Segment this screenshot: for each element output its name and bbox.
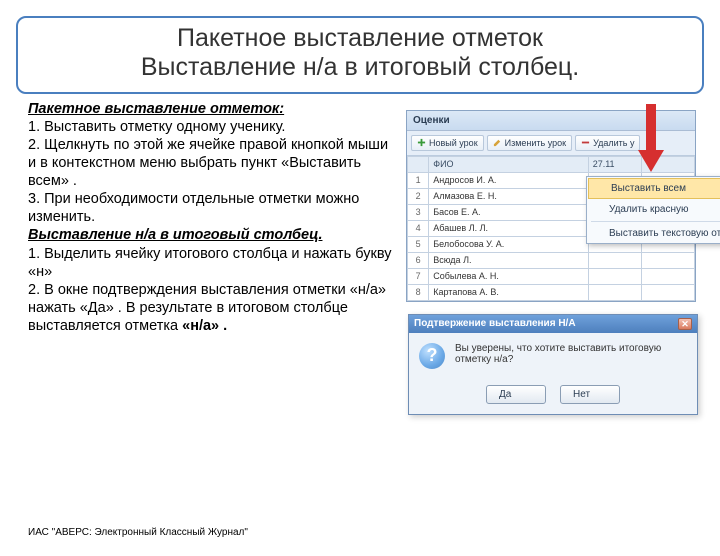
row-number: 6 bbox=[408, 252, 429, 268]
row-number: 1 bbox=[408, 172, 429, 188]
title-line-1: Пакетное выставление отметок bbox=[177, 24, 543, 52]
menu-set-all[interactable]: Выставить всем bbox=[588, 178, 720, 199]
menu-delete-red[interactable]: Удалить красную bbox=[587, 200, 720, 219]
pencil-icon bbox=[493, 138, 502, 147]
row-number: 4 bbox=[408, 220, 429, 236]
menu-set-text-grade[interactable]: Выставить текстовую отметку bbox=[587, 224, 720, 243]
instructions-text: Пакетное выставление отметок: 1. Выстави… bbox=[28, 100, 398, 430]
instr-heading-1: Пакетное выставление отметок: bbox=[28, 101, 284, 117]
slide-title: Пакетное выставление отметок Выставление… bbox=[16, 16, 704, 94]
row-fio: Андросов И. А. bbox=[429, 172, 588, 188]
minus-icon bbox=[581, 138, 590, 147]
new-lesson-label: Новый урок bbox=[429, 138, 478, 148]
row-fio: Собылева А. Н. bbox=[429, 268, 588, 284]
row-number: 2 bbox=[408, 188, 429, 204]
instr-heading-2: Выставление н/а в итоговый столбец. bbox=[28, 227, 322, 243]
menu-separator bbox=[591, 221, 720, 222]
row-number: 7 bbox=[408, 268, 429, 284]
instr-p3: 3. При необходимости отдельные отметки м… bbox=[28, 191, 359, 225]
row-cell-2[interactable] bbox=[641, 252, 694, 268]
instr-p4: 1. Выделить ячейку итогового столбца и н… bbox=[28, 246, 391, 280]
delete-lesson-label: Удалить у bbox=[593, 138, 634, 148]
confirm-dialog: Подтвержение выставления Н/А ✕ ? Вы увер… bbox=[408, 314, 698, 415]
row-fio: Белобосова У. А. bbox=[429, 236, 588, 252]
col-fio: ФИО bbox=[429, 156, 588, 172]
row-cell-1[interactable] bbox=[588, 284, 641, 300]
close-icon[interactable]: ✕ bbox=[678, 318, 692, 330]
row-fio: Абашев Л. Л. bbox=[429, 220, 588, 236]
table-row[interactable]: 6Всюда Л. bbox=[408, 252, 695, 268]
title-line-2: Выставление н/а в итоговый столбец. bbox=[141, 53, 579, 81]
delete-lesson-button[interactable]: Удалить у bbox=[575, 135, 640, 151]
row-cell-1[interactable] bbox=[588, 252, 641, 268]
question-icon: ? bbox=[419, 343, 445, 369]
edit-lesson-label: Изменить урок bbox=[505, 138, 566, 148]
no-button[interactable]: Нет bbox=[560, 385, 620, 404]
dialog-titlebar: Подтвержение выставления Н/А ✕ bbox=[409, 315, 697, 333]
dialog-title-text: Подтвержение выставления Н/А bbox=[414, 318, 576, 329]
new-lesson-button[interactable]: Новый урок bbox=[411, 135, 484, 151]
row-fio: Басов Е. А. bbox=[429, 204, 588, 220]
row-cell-2[interactable] bbox=[641, 284, 694, 300]
table-row[interactable]: 8Картапова А. В. bbox=[408, 284, 695, 300]
footer-text: ИАС "АВЕРС: Электронный Классный Журнал" bbox=[28, 527, 248, 538]
row-fio: Картапова А. В. bbox=[429, 284, 588, 300]
row-cell-2[interactable] bbox=[641, 268, 694, 284]
row-number: 5 bbox=[408, 236, 429, 252]
row-number: 8 bbox=[408, 284, 429, 300]
row-number: 3 bbox=[408, 204, 429, 220]
red-arrow-icon bbox=[636, 104, 666, 174]
row-fio: Всюда Л. bbox=[429, 252, 588, 268]
plus-icon bbox=[417, 138, 426, 147]
row-cell-1[interactable] bbox=[588, 268, 641, 284]
edit-lesson-button[interactable]: Изменить урок bbox=[487, 135, 572, 151]
instr-p5b: «н/а» . bbox=[182, 318, 227, 334]
screenshots-area: Оценки Новый урок Изменить урок Удалить … bbox=[406, 100, 706, 430]
table-row[interactable]: 7Собылева А. Н. bbox=[408, 268, 695, 284]
instr-p2: 2. Щелкнуть по этой же ячейке правой кно… bbox=[28, 137, 388, 189]
context-menu: Выставить всем Удалить красную Выставить… bbox=[586, 176, 720, 244]
yes-button[interactable]: Да bbox=[486, 385, 546, 404]
instr-p1: 1. Выставить отметку одному ученику. bbox=[28, 119, 285, 135]
row-fio: Алмазова Е. Н. bbox=[429, 188, 588, 204]
col-date: 27.11 bbox=[588, 156, 641, 172]
dialog-message: Вы уверены, что хотите выставить итогову… bbox=[455, 343, 687, 365]
